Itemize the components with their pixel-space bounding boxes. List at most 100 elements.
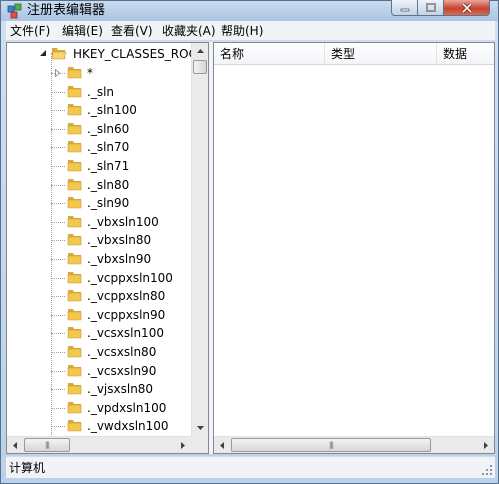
tree-item[interactable]: ._vbxsln80 xyxy=(7,231,193,249)
maximize-icon xyxy=(425,3,436,12)
tree-vertical-scrollbar[interactable] xyxy=(191,43,208,436)
tree-item[interactable]: ._vcppxsln90 xyxy=(7,306,193,324)
tree-item-label: ._sln xyxy=(87,84,115,99)
column-divider[interactable] xyxy=(324,43,325,65)
folder-icon xyxy=(67,197,82,209)
menu-edit[interactable]: 编辑(E) xyxy=(62,24,103,38)
tree-item[interactable]: ._vcsxsln90 xyxy=(7,362,193,380)
status-path: 计算机 xyxy=(9,461,46,475)
close-icon xyxy=(461,2,472,13)
registry-editor-icon xyxy=(7,3,22,19)
folder-icon xyxy=(67,290,82,302)
folder-icon xyxy=(67,308,82,321)
tree-item[interactable]: ._vcsxsln100 xyxy=(7,324,193,342)
tree-connector-line xyxy=(51,203,65,205)
arrow-right-icon xyxy=(181,441,185,449)
tree-connector-line xyxy=(51,333,65,335)
tree-connector-line xyxy=(51,128,65,130)
menu-view[interactable]: 查看(V) xyxy=(111,24,153,38)
tree-item[interactable]: ._sln60 xyxy=(7,120,193,138)
tree-item-label: ._vcsxsln100 xyxy=(87,326,164,341)
folder-icon xyxy=(67,420,82,432)
tree-connector-line xyxy=(51,352,65,353)
scroll-thumb[interactable]: ||| xyxy=(24,438,70,452)
tree-item-label: ._vwdxsln100 xyxy=(87,419,169,434)
folder-icon xyxy=(67,85,82,97)
status-bar: 计算机 xyxy=(6,456,495,478)
tree-connector-line xyxy=(51,166,65,167)
tree-item[interactable]: ._vcppxsln80 xyxy=(7,287,193,305)
minimize-icon xyxy=(400,8,409,11)
scroll-left-button[interactable] xyxy=(214,437,230,453)
tree-connector-line xyxy=(51,277,65,279)
tree-item[interactable]: ._vbxsln90 xyxy=(7,250,193,268)
grip-icon: ||| xyxy=(328,440,334,449)
scroll-up-button[interactable] xyxy=(192,43,208,59)
column-header-name[interactable]: 名称 xyxy=(220,46,244,62)
scroll-thumb[interactable] xyxy=(193,60,207,74)
window-title: 注册表编辑器 xyxy=(27,3,106,18)
tree-connector-line xyxy=(51,110,65,112)
folder-open-icon xyxy=(51,48,67,60)
tree-item[interactable]: ._sln xyxy=(7,83,193,101)
tree-item-label: ._sln80 xyxy=(87,177,130,192)
tree-item[interactable]: ._sln100 xyxy=(7,101,193,119)
tree-item[interactable]: ._vcppxsln100 xyxy=(7,269,193,287)
folder-icon xyxy=(67,141,82,153)
values-horizontal-scrollbar[interactable]: ||| xyxy=(214,436,494,453)
tree-item[interactable]: ._vjsxsln80 xyxy=(7,380,193,398)
folder-icon xyxy=(67,178,82,190)
scroll-right-button[interactable] xyxy=(478,437,494,453)
close-button[interactable] xyxy=(443,0,490,16)
scroll-down-button[interactable] xyxy=(192,420,208,436)
scroll-right-button[interactable] xyxy=(175,437,191,453)
column-header-data[interactable]: 数据 xyxy=(443,46,467,62)
tree-horizontal-scrollbar[interactable]: ||| xyxy=(7,436,191,453)
tree-item[interactable]: ._vbxsln100 xyxy=(7,213,193,231)
folder-icon xyxy=(67,401,82,414)
collapse-arrow-icon[interactable] xyxy=(39,49,47,57)
tree-item[interactable]: ._vcsxsln80 xyxy=(7,343,193,361)
tree-item-label: ._vcppxsln100 xyxy=(87,270,173,285)
arrow-left-icon xyxy=(13,441,17,449)
tree-item[interactable]: ._sln71 xyxy=(7,157,193,175)
expand-arrow-icon[interactable] xyxy=(55,69,60,77)
folder-icon xyxy=(67,160,82,172)
menu-file[interactable]: 文件(F) xyxy=(10,24,50,38)
tree-item[interactable]: * xyxy=(7,64,193,82)
tree-item[interactable]: ._sln90 xyxy=(7,194,193,212)
tree-item-label: ._sln60 xyxy=(87,121,130,136)
tree-item-label: * xyxy=(87,66,93,80)
folder-icon xyxy=(67,346,82,358)
menu-favorites[interactable]: 收藏夹(A) xyxy=(162,24,216,38)
resize-grip-icon[interactable] xyxy=(482,465,493,476)
folder-icon xyxy=(67,383,82,395)
tree-connector-line xyxy=(51,314,65,316)
maximize-button[interactable] xyxy=(417,0,444,16)
tree-item-label: ._vjsxsln80 xyxy=(87,382,154,397)
scroll-thumb[interactable]: ||| xyxy=(231,438,431,452)
menu-help[interactable]: 帮助(H) xyxy=(221,24,263,38)
tree-connector-line xyxy=(51,407,65,409)
tree-item[interactable]: ._sln70 xyxy=(7,138,193,156)
column-divider[interactable] xyxy=(436,43,437,65)
tree-item-label: ._sln90 xyxy=(87,196,130,211)
tree-item[interactable]: ._sln80 xyxy=(7,176,193,194)
scroll-left-button[interactable] xyxy=(7,437,23,453)
registry-tree-pane[interactable]: HKEY_CLASSES_ROOT * ._sln ._sln100 ._sln60.… xyxy=(6,42,209,454)
registry-values-pane[interactable]: 名称 类型 数据 ||| xyxy=(213,42,495,454)
tree-item-label: ._vcppxsln90 xyxy=(87,307,166,322)
title-bar[interactable]: 注册表编辑器 xyxy=(1,0,498,21)
tree-item-label: ._sln100 xyxy=(87,103,137,118)
tree-connector-line xyxy=(51,426,65,428)
tree-item[interactable]: ._vpdxsln100 xyxy=(7,399,193,417)
folder-icon xyxy=(67,215,82,228)
minimize-button[interactable] xyxy=(391,0,418,16)
tree-item-label: ._vbxsln90 xyxy=(87,252,152,266)
tree-item[interactable]: ._vwdxsln100 xyxy=(7,417,193,435)
tree-connector-line xyxy=(51,221,65,223)
column-header-type[interactable]: 类型 xyxy=(331,46,355,62)
tree-item-label: ._vcsxsln80 xyxy=(87,345,157,359)
arrow-down-icon xyxy=(196,426,204,430)
list-header: 名称 类型 数据 xyxy=(214,43,494,65)
